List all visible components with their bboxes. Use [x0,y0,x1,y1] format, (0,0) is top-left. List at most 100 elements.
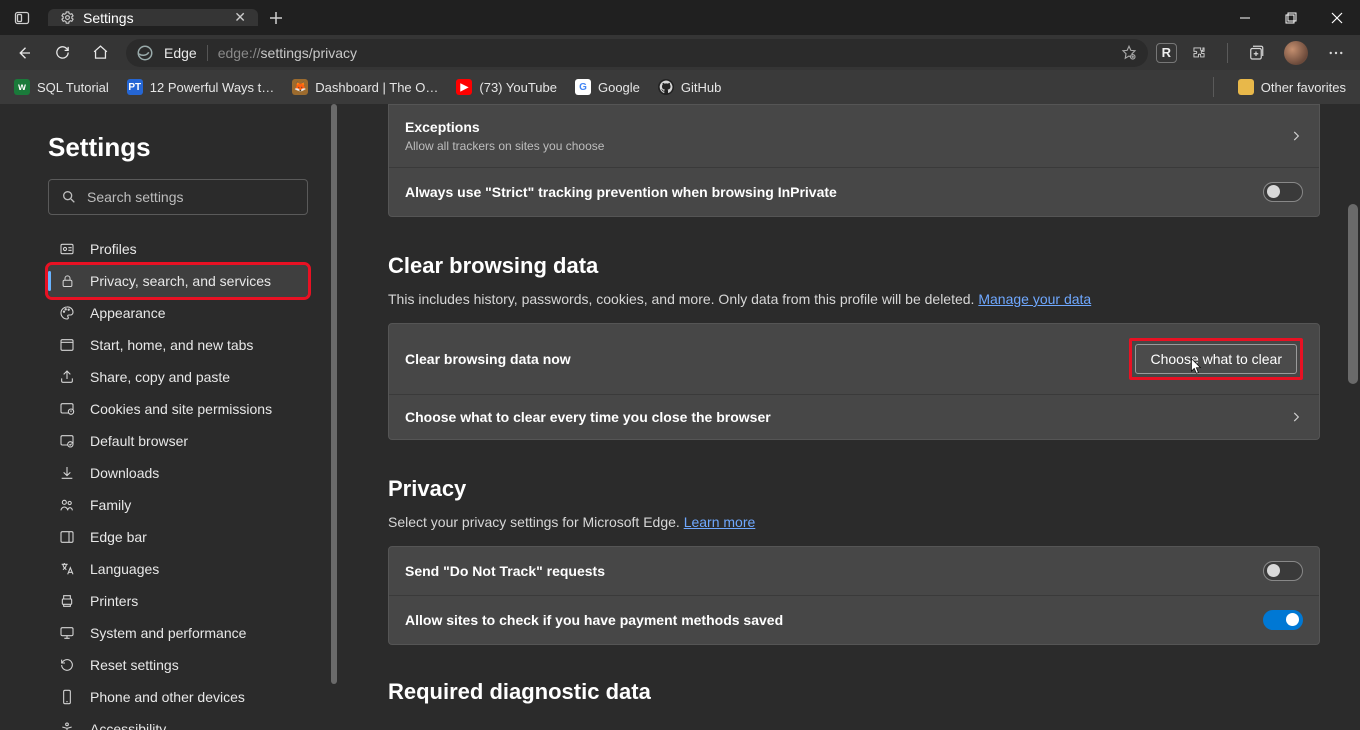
bookmark-item[interactable]: GitHub [658,79,721,95]
sidebar-icon [58,529,76,545]
nav-printers[interactable]: Printers [48,585,308,617]
privacy-desc: Select your privacy settings for Microso… [388,514,1320,530]
bookmark-item[interactable]: G Google [575,79,640,95]
address-app-name: Edge [164,45,197,61]
row-payment-check: Allow sites to check if you have payment… [389,595,1319,644]
toolbar-right: R [1156,38,1354,68]
collections-icon [1247,44,1265,62]
nav-cookies[interactable]: Cookies and site permissions [48,393,308,425]
nav-label: Downloads [90,465,159,481]
nav-accessibility[interactable]: Accessibility [48,713,308,730]
nav-profiles[interactable]: Profiles [48,233,308,265]
nav-languages[interactable]: Languages [48,553,308,585]
toggle-strict-inprivate[interactable] [1263,182,1303,202]
address-url: edge://settings/privacy [218,45,357,61]
gear-icon [60,10,75,25]
phone-icon [58,689,76,705]
bookmark-label: Google [598,80,640,95]
choose-what-to-clear-button[interactable]: Choose what to clear [1135,344,1297,374]
edge-logo-icon [136,44,154,62]
bookmark-item[interactable]: 🦊 Dashboard | The O… [292,79,438,95]
browser-tab[interactable]: Settings ✕ [48,9,258,26]
bookmark-item[interactable]: w SQL Tutorial [14,79,109,95]
menu-button[interactable] [1318,38,1354,68]
nav-downloads[interactable]: Downloads [48,457,308,489]
other-favorites-label: Other favorites [1261,80,1346,95]
learn-more-link[interactable]: Learn more [684,514,756,530]
sidebar-scrollbar[interactable] [330,104,338,730]
row-clear-on-close[interactable]: Choose what to clear every time you clos… [389,394,1319,439]
row-exceptions[interactable]: Exceptions Allow all trackers on sites y… [389,105,1319,167]
download-icon [58,465,76,481]
family-icon [58,497,76,513]
rewards-button[interactable]: R [1156,43,1177,63]
favicon-icon [658,79,674,95]
nav-phone[interactable]: Phone and other devices [48,681,308,713]
maximize-icon [1285,12,1297,24]
scrollbar-thumb[interactable] [1348,204,1358,384]
new-tab-button[interactable] [258,11,294,25]
nav-privacy[interactable]: Privacy, search, and services [48,265,308,297]
toggle-payment-check[interactable] [1263,610,1303,630]
back-button[interactable] [6,38,42,68]
payment-title: Allow sites to check if you have payment… [405,612,783,628]
accessibility-icon [58,721,76,730]
nav-label: Accessibility [90,721,166,730]
refresh-button[interactable] [44,38,80,68]
home-icon [92,44,109,61]
tab-close-button[interactable]: ✕ [234,9,246,26]
bookmark-label: Dashboard | The O… [315,80,438,95]
nav-family[interactable]: Family [48,489,308,521]
dnt-title: Send "Do Not Track" requests [405,563,605,579]
permissions-icon [58,401,76,417]
address-bar[interactable]: Edge edge://settings/privacy [126,39,1148,67]
nav-share[interactable]: Share, copy and paste [48,361,308,393]
settings-heading: Settings [48,132,308,163]
nav-label: Printers [90,593,138,609]
content: Settings Search settings Profiles Privac… [0,104,1360,730]
exceptions-sub: Allow all trackers on sites you choose [405,139,604,153]
window-controls [1222,0,1360,35]
system-icon [58,625,76,641]
privacy-card: Send "Do Not Track" requests Allow sites… [388,546,1320,645]
nav-edge-bar[interactable]: Edge bar [48,521,308,553]
nav-label: Edge bar [90,529,147,545]
extensions-button[interactable] [1181,38,1217,68]
toggle-dnt[interactable] [1263,561,1303,581]
minimize-button[interactable] [1222,0,1268,35]
nav-appearance[interactable]: Appearance [48,297,308,329]
section-diagnostic-heading: Required diagnostic data [388,679,1320,705]
maximize-button[interactable] [1268,0,1314,35]
scrollbar-thumb[interactable] [331,104,337,684]
manage-your-data-link[interactable]: Manage your data [978,291,1091,307]
nav-label: Start, home, and new tabs [90,337,253,353]
nav-system[interactable]: System and performance [48,617,308,649]
favicon-icon: w [14,79,30,95]
home-button[interactable] [82,38,118,68]
back-arrow-icon [15,44,33,62]
refresh-icon [54,44,71,61]
page-scrollbar[interactable] [1346,104,1360,730]
profile-button[interactable] [1278,38,1314,68]
lock-icon [58,274,76,289]
bookmark-label: GitHub [681,80,721,95]
other-favorites[interactable]: Other favorites [1238,79,1346,95]
collections-button[interactable] [1238,38,1274,68]
sidebar-wrap: Settings Search settings Profiles Privac… [0,104,338,730]
section-clear-heading: Clear browsing data [388,253,1320,279]
settings-search[interactable]: Search settings [48,179,308,215]
printer-icon [58,593,76,609]
bookmark-item[interactable]: PT 12 Powerful Ways t… [127,79,275,95]
close-icon [1331,12,1343,24]
search-placeholder: Search settings [87,189,184,205]
nav-reset[interactable]: Reset settings [48,649,308,681]
close-window-button[interactable] [1314,0,1360,35]
nav-default-browser[interactable]: Default browser [48,425,308,457]
favorite-icon[interactable] [1120,44,1138,62]
bookmarks-divider [1213,77,1214,97]
bookmark-item[interactable]: ▶ (73) YouTube [456,79,557,95]
tab-actions-button[interactable] [0,10,44,26]
nav-start[interactable]: Start, home, and new tabs [48,329,308,361]
nav-label: Reset settings [90,657,179,673]
chevron-right-icon [1289,129,1303,143]
